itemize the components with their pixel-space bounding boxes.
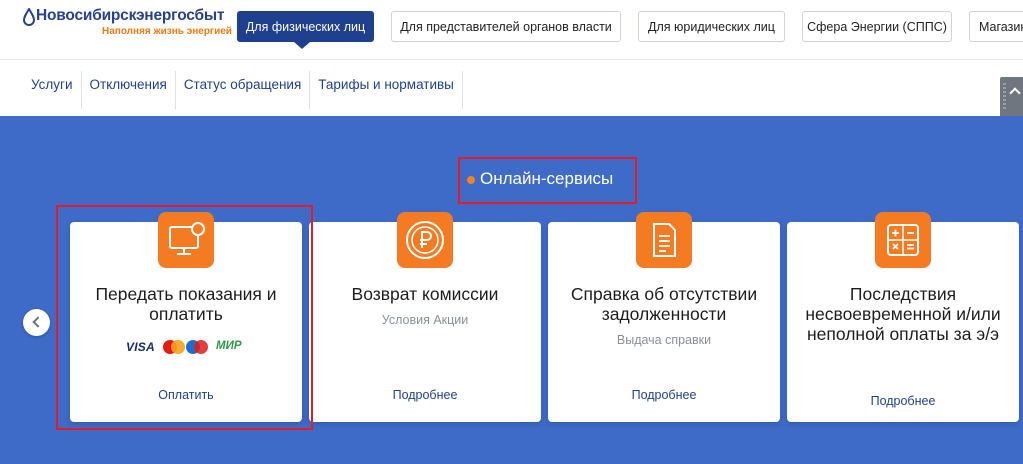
drop-icon bbox=[22, 8, 36, 26]
top-header: Новосибирскэнергосбыт Наполняя жизнь эне… bbox=[0, 0, 1023, 60]
card-title: Последствия несвоевременной и/или неполн… bbox=[805, 284, 1001, 344]
subnav-tariffs[interactable]: Тарифы и нормативы bbox=[310, 71, 463, 109]
calculator-icon bbox=[875, 212, 931, 268]
carousel-prev-button[interactable] bbox=[23, 309, 50, 336]
brand-name: Новосибирскэнергосбыт bbox=[36, 7, 225, 24]
card-title: Справка об отсутствии задолженности bbox=[570, 284, 758, 324]
active-tab-pointer bbox=[294, 42, 310, 49]
details-link[interactable]: Подробнее bbox=[797, 394, 1009, 408]
subnav-request-status[interactable]: Статус обращения bbox=[176, 71, 311, 109]
page: Новосибирскэнергосбыт Наполняя жизнь эне… bbox=[0, 0, 1023, 464]
grip-icon bbox=[1003, 83, 1006, 111]
sub-navigation: Услуги Отключения Статус обращения Тариф… bbox=[0, 61, 1023, 116]
highlight-frame-card bbox=[56, 205, 313, 430]
tab-legal-entities[interactable]: Для юридических лиц bbox=[638, 11, 785, 42]
online-services-section: Онлайн-сервисы Передать показания и опла… bbox=[0, 116, 1023, 464]
service-card-late-payment[interactable]: Последствия несвоевременной и/или неполн… bbox=[787, 212, 1019, 422]
service-card-no-debt-certificate[interactable]: Справка об отсутствии задолженности Выда… bbox=[548, 212, 780, 422]
arrow-up-icon bbox=[1009, 87, 1021, 99]
scroll-up-button[interactable] bbox=[1000, 77, 1023, 117]
document-icon bbox=[636, 212, 692, 268]
details-link[interactable]: Подробнее bbox=[558, 388, 770, 402]
tab-shop[interactable]: Магазин bbox=[969, 11, 1023, 42]
service-card-commission-refund[interactable]: Возврат комиссии Условия Акции Подробнее bbox=[309, 212, 541, 422]
subnav-services[interactable]: Услуги bbox=[22, 71, 82, 109]
card-title: Возврат комиссии bbox=[351, 284, 499, 304]
brand-slogan: Наполняя жизнь энергией bbox=[102, 26, 232, 37]
brand-logo[interactable]: Новосибирскэнергосбыт Наполняя жизнь эне… bbox=[22, 6, 232, 46]
card-subtitle[interactable]: Условия Акции bbox=[319, 313, 531, 327]
details-link[interactable]: Подробнее bbox=[319, 388, 531, 402]
ruble-coin-icon bbox=[397, 212, 453, 268]
tab-individuals[interactable]: Для физических лиц bbox=[237, 11, 374, 42]
subnav-outages[interactable]: Отключения bbox=[82, 71, 176, 109]
highlight-frame-title bbox=[458, 157, 637, 204]
tab-energy-sphere[interactable]: Сфера Энергии (СППС) bbox=[802, 11, 952, 42]
tab-authorities[interactable]: Для представителей органов власти bbox=[391, 11, 621, 42]
card-subtitle[interactable]: Выдача справки bbox=[558, 333, 770, 347]
